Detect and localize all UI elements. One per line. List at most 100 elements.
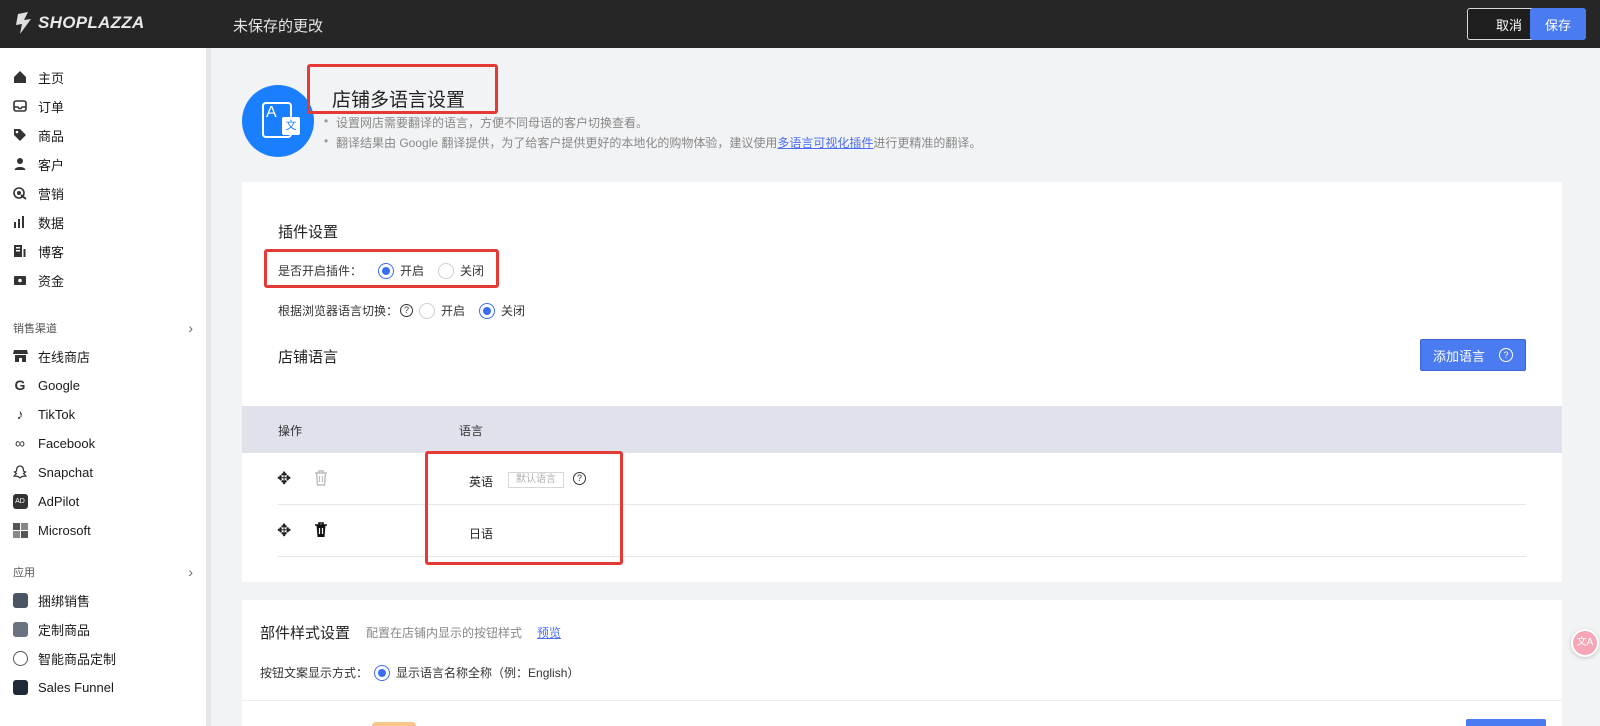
language-table-header: 操作 语言 [242, 406, 1562, 453]
blog-icon [12, 243, 28, 259]
bar-chart-icon [12, 214, 28, 230]
visual-plugin-link[interactable]: 多语言可视化插件 [777, 136, 873, 150]
sidebar-item-smart-custom[interactable]: 智能商品定制 [0, 644, 200, 672]
display-full-name-radio[interactable] [374, 664, 391, 681]
sidebar-item-analytics[interactable]: 数据 [0, 208, 200, 236]
wallet-icon [12, 272, 28, 288]
sidebar-item-marketing[interactable]: 营销 [0, 179, 200, 207]
sidebar-item-snapchat[interactable]: Snapchat [0, 458, 200, 486]
sidebar-item-custom-product[interactable]: 定制商品 [0, 615, 200, 643]
sidebar-item-label: 在线商店 [38, 349, 91, 365]
sidebar-item-label: 捆绑销售 [38, 593, 91, 609]
shoplazza-logo[interactable]: SHOPLAZZA [14, 11, 145, 35]
sidebar-item-label: 定制商品 [38, 622, 91, 638]
add-language-button[interactable]: 添加语言 ? [1420, 339, 1526, 371]
sidebar-item-label: Sales Funnel [38, 679, 114, 695]
widget-style-title: 部件样式设置 [260, 625, 351, 642]
sidebar-item-label: 数据 [38, 215, 65, 231]
translate-float-icon[interactable]: 文A [1571, 629, 1599, 657]
sidebar-item-facebook[interactable]: ∞ Facebook [0, 429, 200, 457]
description-line-1: 设置网店需要翻译的语言，方便不同母语的客户切换查看。 [324, 114, 648, 131]
sidebar-item-label: 博客 [38, 244, 65, 260]
sidebar-item-products[interactable]: 商品 [0, 121, 200, 149]
sidebar-item-bundle[interactable]: 捆绑销售 [0, 586, 200, 614]
sidebar-item-finance[interactable]: 资金 [0, 266, 200, 294]
column-header-language: 语言 [459, 424, 484, 438]
section-label: 销售渠道 [13, 323, 57, 335]
translate-icon: A 文 [242, 85, 314, 157]
drag-handle-icon[interactable]: ✥ [277, 521, 291, 541]
sidebar-item-label: TikTok [38, 406, 76, 422]
sidebar-item-label: Facebook [38, 435, 96, 451]
radio-label-on: 开启 [441, 304, 466, 318]
sidebar-item-label: 主页 [38, 70, 65, 86]
radio-label-off: 关闭 [460, 264, 485, 278]
microsoft-icon [12, 522, 28, 538]
save-button[interactable]: 保存 [1530, 8, 1586, 40]
sidebar-section-apps[interactable]: 应用 › [13, 564, 193, 580]
sidebar-item-blog[interactable]: 博客 [0, 237, 200, 265]
display-mode-row: 按钮文案显示方式： 显示语言名称全称（例：English） [260, 664, 579, 681]
sidebar-item-adpilot[interactable]: AD AdPilot [0, 487, 200, 515]
sidebar-item-label: 客户 [38, 157, 65, 173]
adpilot-icon: AD [12, 493, 28, 509]
card-divider [242, 700, 1562, 701]
badge-partial [372, 722, 416, 726]
sidebar-item-label: AdPilot [38, 493, 80, 509]
radio-label-on: 开启 [400, 264, 425, 278]
google-icon: G [14, 377, 26, 393]
snapchat-icon [12, 464, 28, 480]
sidebar-section-sales-channels[interactable]: 销售渠道 › [13, 320, 193, 336]
partial-button[interactable] [1466, 719, 1546, 726]
sidebar-item-microsoft[interactable]: Microsoft [0, 516, 200, 544]
sidebar-item-label: Microsoft [38, 522, 91, 538]
sidebar-item-tiktok[interactable]: ♪ TikTok [0, 400, 200, 428]
browser-switch-label: 根据浏览器语言切换： [278, 304, 399, 318]
target-icon [12, 185, 28, 201]
sidebar-item-label: Google [38, 377, 80, 393]
trash-icon[interactable] [314, 522, 328, 538]
chevron-right-icon: › [188, 320, 193, 336]
unsaved-changes-label: 未保存的更改 [233, 18, 324, 35]
shoplazza-logo-icon [16, 12, 31, 34]
browser-switch-row: 根据浏览器语言切换： ? 开启 关闭 [278, 302, 525, 319]
sidebar-item-label: 资金 [38, 273, 65, 289]
enable-plugin-row: 是否开启插件： 开启 关闭 [278, 262, 484, 279]
chevron-right-icon: › [188, 564, 193, 580]
sidebar-item-home[interactable]: 主页 [0, 63, 200, 91]
help-icon[interactable]: ? [400, 304, 414, 317]
funnel-icon [12, 679, 28, 695]
widget-style-card [242, 600, 1562, 726]
store-icon [12, 348, 28, 364]
sidebar-item-google[interactable]: G Google [0, 371, 200, 399]
user-icon [12, 156, 28, 172]
browser-switch-off-radio[interactable] [479, 302, 496, 319]
tiktok-icon: ♪ [16, 406, 24, 422]
enable-plugin-on-radio[interactable] [378, 262, 395, 279]
sidebar-item-online-store[interactable]: 在线商店 [0, 342, 200, 370]
browser-switch-on-radio[interactable] [419, 302, 436, 319]
highlight-box-languages [425, 451, 623, 565]
display-mode-label: 按钮文案显示方式： [260, 666, 369, 680]
tag-icon [12, 127, 28, 143]
logo-text: SHOPLAZZA [38, 13, 145, 32]
column-header-actions: 操作 [278, 424, 303, 438]
widget-style-subtitle: 配置在店铺内显示的按钮样式 [366, 626, 523, 640]
drag-handle-icon[interactable]: ✥ [277, 469, 291, 489]
description-line-2: 翻译结果由 Google 翻译提供，为了给客户提供更好的本地化的购物体验，建议使… [324, 134, 981, 151]
sidebar-item-customers[interactable]: 客户 [0, 150, 200, 178]
sidebar-item-label: 智能商品定制 [38, 651, 117, 667]
sidebar-scrollbar[interactable] [207, 48, 211, 726]
sidebar-item-orders[interactable]: 订单 [0, 92, 200, 120]
help-icon: ? [1499, 348, 1513, 362]
add-language-label: 添加语言 [1432, 348, 1485, 364]
preview-link[interactable]: 预览 [537, 624, 561, 641]
sidebar-item-sales-funnel[interactable]: Sales Funnel [0, 673, 200, 701]
custom-product-icon [12, 621, 28, 637]
inbox-icon [12, 98, 28, 114]
sidebar-item-label: Snapchat [38, 464, 93, 480]
enable-plugin-off-radio[interactable] [438, 262, 455, 279]
top-bar: SHOPLAZZA 未保存的更改 取消 保存 [0, 0, 1600, 48]
sidebar-item-label: 营销 [38, 186, 65, 202]
display-option-label: 显示语言名称全称（例：English） [396, 666, 580, 680]
